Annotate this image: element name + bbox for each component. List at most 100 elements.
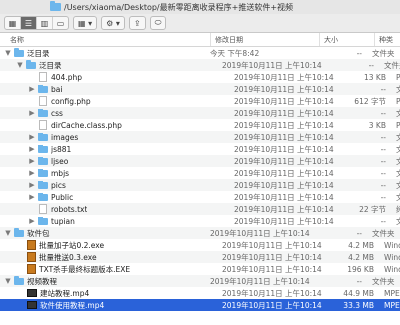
file-row[interactable]: 批量加子站0.2.exe 2019年10月11日 上午10:14 4.2 MB Win… [0,239,400,251]
disclosure-collapsed-icon[interactable]: ▶ [28,133,36,141]
disclosure-collapsed-icon[interactable]: ▶ [28,169,36,177]
gallery-view-button[interactable]: ▭ [53,17,68,29]
file-name: 批量加子站0.2.exe [39,240,105,250]
size-cell: -- [356,48,362,58]
file-row[interactable]: ▼ 泛目录 今天 下午8:42 -- 文件夹 [0,47,400,59]
size-cell: -- [380,216,386,226]
title-bar: /Users/xiaoma/Desktop/最新零距离收录程序+推送软件+视频 [0,0,400,14]
file-row[interactable]: ▼ 软件包 2019年10月11日 上午10:14 -- 文件夹 [0,227,400,239]
name-cell: ▼ 泛目录 [0,59,216,71]
file-row[interactable]: ▶ js881 2019年10月11日 上午10:14 -- 文件夹 [0,143,400,155]
tag-button[interactable]: ⬭ [149,16,167,30]
size-cell: -- [356,276,362,286]
size-cell: 22 字节 [359,204,386,214]
size-cell: 4.2 MB [348,252,374,262]
file-name: css [51,108,63,118]
name-cell: dirCache.class.php [0,120,228,130]
kind-column-header[interactable]: 种类 [374,33,400,46]
kind-cell: MPEG [384,300,400,310]
file-name: robots.txt [51,204,88,214]
file-row[interactable]: TXT杀手最终标题版本.EXE 2019年10月11日 上午10:14 196 KB… [0,263,400,275]
name-cell: ▶ tupian [0,216,228,226]
mp4-icon [27,301,37,309]
toolbar: ▦ ☰ ▥ ▭ ▦ ▾ ⚙ ▾ ⇪ ⬭ [0,14,400,33]
file-row[interactable]: ▶ images 2019年10月11日 上午10:14 -- 文件夹 [0,131,400,143]
file-name: tupian [51,216,75,226]
kind-cell: 文件夹 [372,48,395,58]
name-cell: 404.php [0,72,228,82]
icon-view-button[interactable]: ▦ [5,17,21,29]
name-column-header[interactable]: 名称 [0,35,210,45]
folder-icon [26,59,36,69]
file-row[interactable]: ▶ mbjs 2019年10月11日 上午10:14 -- 文件夹 [0,167,400,179]
date-column-header[interactable]: 修改日期 [210,33,319,46]
date-cell: 2019年10月11日 上午10:14 [234,72,334,82]
size-cell: -- [356,228,362,238]
disclosure-collapsed-icon[interactable]: ▶ [28,145,36,153]
date-cell: 2019年10月11日 上午10:14 [234,192,334,202]
mp4-icon [27,289,37,297]
file-row[interactable]: ▶ pics 2019年10月11日 上午10:14 -- 文件夹 [0,179,400,191]
file-row[interactable]: ▶ css 2019年10月11日 上午10:14 -- 文件夹 [0,107,400,119]
file-row[interactable]: 建站教程.mp4 2019年10月11日 上午10:14 44.9 MB MPEG [0,287,400,299]
file-name: 泛目录 [39,60,62,70]
list-view-button[interactable]: ☰ [21,17,37,29]
disclosure-expanded-icon[interactable]: ▼ [16,61,24,69]
disclosure-collapsed-icon[interactable]: ▶ [28,157,36,165]
file-row[interactable]: ▼ 泛目录 2019年10月11日 上午10:14 -- 文件夹 [0,59,400,71]
date-cell: 2019年10月11日 上午10:14 [234,156,334,166]
file-name: 软件包 [27,228,50,238]
folder-icon [38,108,48,117]
file-icon [39,72,47,82]
disclosure-collapsed-icon[interactable]: ▶ [28,217,36,225]
file-row[interactable]: 批量推送0.3.exe 2019年10月11日 上午10:14 4.2 MB Wind… [0,251,400,263]
kind-cell: 文件夹 [396,132,400,142]
file-row[interactable]: dirCache.class.php 2019年10月11日 上午10:14 3 K… [0,119,400,131]
disclosure-collapsed-icon[interactable]: ▶ [28,109,36,117]
file-name: bai [51,84,63,94]
disclosure-collapsed-icon[interactable]: ▶ [28,193,36,201]
share-button[interactable]: ⇪ [128,16,146,30]
size-cell: -- [380,156,386,166]
folder-icon [38,132,48,141]
disclosure-collapsed-icon[interactable]: ▶ [28,85,36,93]
file-row[interactable]: ▶ Public 2019年10月11日 上午10:14 -- 文件夹 [0,191,400,203]
date-cell: 2019年10月11日 上午10:14 [222,252,322,262]
group-button[interactable]: ▦ ▾ [73,16,98,30]
file-icon [39,204,47,214]
size-cell: -- [380,84,386,94]
date-cell: 2019年10月11日 上午10:14 [234,144,334,154]
name-cell: ▶ mbjs [0,168,228,178]
action-button[interactable]: ⚙ ▾ [101,16,125,30]
name-cell: ▶ pics [0,180,228,190]
file-row[interactable]: ▼ 视频教程 2019年10月11日 上午10:14 -- 文件夹 [0,275,400,287]
size-cell: -- [368,60,374,70]
kind-cell: Windo [384,264,400,274]
file-list: ▼ 泛目录 今天 下午8:42 -- 文件夹 ▼ 泛目录 2019年10月11日 上午10:1… [0,47,400,311]
exe-icon [27,264,36,274]
size-cell: -- [380,180,386,190]
file-name: 批量推送0.3.exe [39,252,97,262]
size-column-header[interactable]: 大小 [319,33,374,46]
name-cell: 批量加子站0.2.exe [0,240,216,251]
disclosure-expanded-icon[interactable]: ▼ [4,49,12,57]
file-row[interactable]: ▶ ljseo 2019年10月11日 上午10:14 -- 文件夹 [0,155,400,167]
date-cell: 2019年10月11日 上午10:14 [234,84,334,94]
disclosure-collapsed-icon[interactable]: ▶ [28,181,36,189]
file-row[interactable]: ▶ bai 2019年10月11日 上午10:14 -- 文件夹 [0,83,400,95]
file-row[interactable]: robots.txt 2019年10月11日 上午10:14 22 字节 纯文本 [0,203,400,215]
file-name: js881 [51,144,72,154]
file-row[interactable]: config.php 2019年10月11日 上午10:14 612 字节 PHP 脚 [0,95,400,107]
file-row[interactable]: ▶ tupian 2019年10月11日 上午10:14 -- 文件夹 [0,215,400,227]
disclosure-expanded-icon[interactable]: ▼ [4,229,12,237]
name-cell: 建站教程.mp4 [0,288,216,299]
file-row[interactable]: 404.php 2019年10月11日 上午10:14 13 KB PHP 脚 [0,71,400,83]
file-row[interactable]: 软件使用教程.mp4 2019年10月11日 上午10:14 33.3 MB MPEG [0,299,400,311]
date-cell: 2019年10月11日 上午10:14 [234,108,334,118]
column-view-button[interactable]: ▥ [37,17,53,29]
date-cell: 2019年10月11日 上午10:14 [234,168,334,178]
disclosure-expanded-icon[interactable]: ▼ [4,277,12,285]
